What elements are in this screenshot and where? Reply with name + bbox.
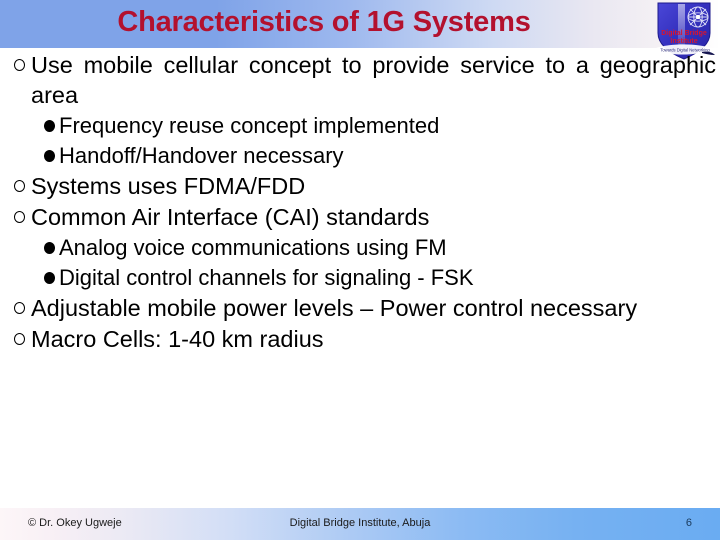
slide-title: Characteristics of 1G Systems: [117, 6, 531, 38]
slide-footer-band: © Dr. Okey Ugweje Digital Bridge Institu…: [0, 508, 720, 540]
filled-circle-bullet-icon: [43, 233, 59, 262]
open-circle-bullet-icon: [13, 293, 31, 323]
slide-body: Use mobile cellular concept to provide s…: [0, 50, 720, 355]
bullet-text: Handoff/Handover necessary: [59, 143, 344, 168]
footer-organization: Digital Bridge Institute, Abuja: [289, 517, 431, 529]
bullet-item: Use mobile cellular concept to provide s…: [0, 50, 720, 110]
bullet-text: Analog voice communications using FM: [59, 235, 447, 260]
bullet-text: Digital control channels for signaling -…: [59, 265, 474, 290]
bullet-text: Adjustable mobile power levels – Power c…: [31, 295, 638, 321]
filled-circle-bullet-icon: [43, 111, 59, 140]
bullet-item: Common Air Interface (CAI) standards: [0, 202, 720, 232]
bullet-item: Macro Cells: 1-40 km radius: [0, 324, 720, 354]
open-circle-bullet-icon: [13, 171, 31, 201]
slide-footer: © Dr. Okey Ugweje Digital Bridge Institu…: [0, 508, 720, 540]
svg-text:Digital Bridge: Digital Bridge: [661, 30, 707, 37]
open-circle-bullet-icon: [13, 324, 31, 354]
bullet-text: Frequency reuse concept implemented: [59, 113, 440, 138]
bullet-item: Adjustable mobile power levels – Power c…: [0, 293, 720, 323]
filled-circle-bullet-icon: [43, 141, 59, 170]
slide: Characteristics of 1G Systems Digital Br…: [0, 0, 720, 540]
bullet-text: Use mobile cellular concept to provide s…: [31, 52, 716, 108]
bullet-text: Systems uses FDMA/FDD: [31, 173, 306, 199]
open-circle-bullet-icon: [13, 50, 31, 80]
bullet-item: Digital control channels for signaling -…: [0, 263, 720, 292]
bullet-item: Analog voice communications using FM: [0, 233, 720, 262]
svg-text:Institute: Institute: [670, 38, 697, 45]
bullet-text: Macro Cells: 1-40 km radius: [31, 326, 324, 352]
bullet-item: Handoff/Handover necessary: [0, 141, 720, 170]
bullet-text: Common Air Interface (CAI) standards: [31, 204, 430, 230]
open-circle-bullet-icon: [13, 202, 31, 232]
bullet-item: Frequency reuse concept implemented: [0, 111, 720, 140]
footer-page-number: 6: [685, 517, 692, 529]
filled-circle-bullet-icon: [43, 263, 59, 292]
bullet-item: Systems uses FDMA/FDD: [0, 171, 720, 201]
